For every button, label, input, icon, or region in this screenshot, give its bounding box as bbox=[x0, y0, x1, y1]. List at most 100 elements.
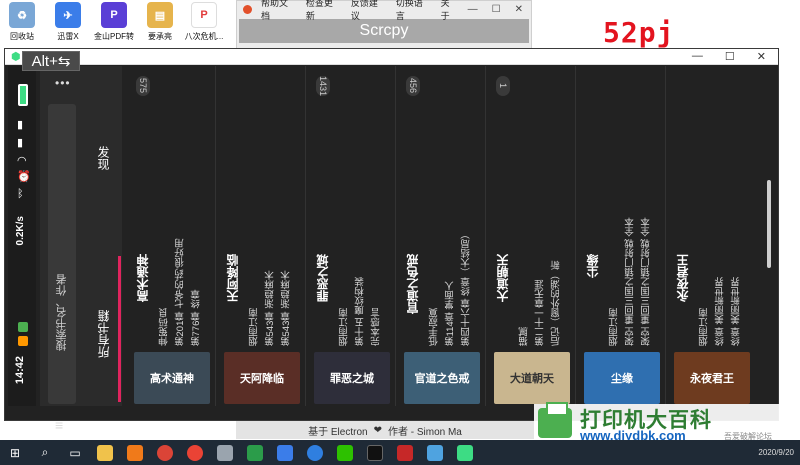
baidu-icon[interactable] bbox=[300, 440, 330, 465]
book-latest-chapter: 第十五 魔纹构装 bbox=[355, 276, 366, 346]
desktop-icon-folder[interactable]: ▤ 要承亮 bbox=[140, 2, 180, 42]
search-icon[interactable]: ⌕ bbox=[30, 440, 60, 465]
recycle-bin-icon: ♻ bbox=[9, 2, 35, 28]
tab-all-books[interactable]: 所有书籍 bbox=[95, 310, 112, 358]
book-latest-chapter: 第543章 渐趋麻木 bbox=[265, 270, 276, 347]
book-title: 官道之色戒 bbox=[406, 254, 420, 314]
bluetooth-icon: ᛒ bbox=[17, 188, 24, 200]
credit-prefix: 基于 Electron bbox=[308, 426, 368, 438]
edge-icon[interactable] bbox=[240, 440, 270, 465]
wechat-icon[interactable] bbox=[330, 440, 360, 465]
watermark-text: 52pj bbox=[603, 16, 675, 49]
notification-app-icon bbox=[18, 336, 28, 346]
search-app-icon[interactable] bbox=[120, 440, 150, 465]
menu-about[interactable]: 关于 bbox=[441, 0, 459, 22]
book-last-chapter: 架空 重回三国之镇门射戟 全本 bbox=[641, 217, 652, 346]
book-last-chapter: 完本感言 bbox=[371, 308, 382, 346]
book-last-chapter: 第543章 渐趋麻木 bbox=[281, 270, 292, 347]
menu-help-docs[interactable]: 帮助文档 bbox=[261, 0, 297, 22]
mirror-window-controls: — ☐ ✕ bbox=[692, 50, 778, 63]
paint-icon[interactable] bbox=[420, 440, 450, 465]
desktop-icon-thunder[interactable]: ✈ 迅雷X bbox=[48, 2, 88, 42]
app-icon[interactable] bbox=[180, 440, 210, 465]
book-latest-chapter: 第二十一章无涯 bbox=[535, 279, 546, 347]
scrcpy-title: Scrcpy bbox=[239, 19, 529, 43]
battery-icon bbox=[18, 84, 28, 106]
security-icon[interactable] bbox=[210, 440, 240, 465]
app-logo-icon bbox=[243, 4, 252, 14]
book-author: 烟雨江南 bbox=[699, 308, 710, 346]
hamburger-menu-icon[interactable]: ≡ bbox=[55, 418, 63, 432]
book-item[interactable]: 第543章 渐趋麻木 第543章 渐趋麻木 烟雨江南 天阿降临 天阿降临 bbox=[218, 66, 306, 406]
notification-app-icon bbox=[18, 322, 28, 332]
pdf-file-icon: P bbox=[191, 2, 217, 28]
book-title: 永夜君王 bbox=[676, 254, 690, 302]
book-title: 大道朝天 bbox=[496, 254, 510, 302]
screen: ♻ 回收站 ✈ 迅雷X P 金山PDF转 ▤ 要承亮 P 八次危机... 52p… bbox=[0, 0, 800, 465]
unread-count-badge: 575 bbox=[136, 76, 150, 96]
phone-icon[interactable] bbox=[450, 440, 480, 465]
maximize-icon[interactable]: ☐ bbox=[492, 4, 501, 15]
book-cover: 高术通神 bbox=[134, 352, 210, 404]
thunder-icon[interactable] bbox=[270, 440, 300, 465]
maximize-icon[interactable]: ☐ bbox=[725, 50, 735, 63]
book-author: 烟雨江南 bbox=[339, 308, 350, 346]
tab-discover[interactable]: 发现 bbox=[95, 146, 112, 170]
scrcpy-panel: 帮助文档 检查更新 反馈建议 切换语言 关于 — ☐ ✕ Scrcpy bbox=[236, 0, 532, 52]
book-cover: 官道之色戒 bbox=[404, 352, 480, 404]
book-item[interactable]: 终章 美丽新世界 终章 美丽新世界 烟雨江南 永夜君王 永夜君王 bbox=[668, 66, 756, 406]
book-author: 伸冤码良 bbox=[159, 308, 170, 346]
reader-icon[interactable] bbox=[390, 440, 420, 465]
list-scrollbar[interactable] bbox=[767, 180, 771, 268]
heart-icon: ❤ bbox=[373, 424, 382, 436]
book-title: 罪恶之城 bbox=[316, 254, 330, 302]
search-input[interactable]: 搜索书名、作者 ≡ bbox=[48, 104, 76, 432]
menu-feedback[interactable]: 反馈建议 bbox=[351, 0, 387, 22]
file-explorer-icon[interactable] bbox=[90, 440, 120, 465]
book-item[interactable]: 1 第二十一章无涯 后记（窗外的湖）新 猫腻 大道朝天 大道朝天 bbox=[488, 66, 576, 406]
book-author: 烟雨江南 bbox=[249, 308, 260, 346]
windows-icon[interactable]: ⊞ bbox=[0, 440, 30, 465]
scrcpy-window-controls: — ☐ ✕ bbox=[468, 4, 531, 15]
unread-count-badge: 1431 bbox=[316, 75, 330, 97]
close-icon[interactable]: ✕ bbox=[515, 4, 523, 15]
book-item[interactable]: 575 第201章 七爷的'药'很好用 第776章 终章 伸冤码良 高术通神 高… bbox=[128, 66, 216, 406]
task-view-icon[interactable]: ▭ bbox=[60, 440, 90, 465]
close-icon[interactable]: ✕ bbox=[757, 50, 766, 63]
more-menu-icon[interactable]: ••• bbox=[55, 76, 71, 90]
scrcpy-icon[interactable] bbox=[360, 440, 390, 465]
unread-count-badge: 456 bbox=[406, 76, 420, 96]
chrome-icon[interactable] bbox=[150, 440, 180, 465]
book-latest-chapter: 第201章 七爷的'药'很好用 bbox=[175, 238, 186, 346]
minimize-icon[interactable]: — bbox=[692, 50, 703, 63]
wifi-icon: ◠ bbox=[17, 155, 27, 167]
menu-switch-language[interactable]: 切换语言 bbox=[396, 0, 432, 22]
menu-check-update[interactable]: 检查更新 bbox=[306, 0, 342, 22]
mirror-titlebar: ⬢ — ☐ ✕ bbox=[5, 49, 778, 65]
taskbar: ⊞ ⌕ ▭ 2020/9/20 bbox=[0, 440, 800, 465]
desktop-icon-pdf[interactable]: P 金山PDF转 bbox=[94, 2, 134, 42]
book-last-chapter: 第四十六章 终章（大结局） bbox=[461, 229, 472, 346]
book-item[interactable]: 1431 第十五 魔纹构装 完本感言 烟雨江南 罪恶之城 罪恶之城 bbox=[308, 66, 396, 406]
book-latest-chapter: 终章 美丽新世界 bbox=[715, 276, 726, 346]
minimize-icon[interactable]: — bbox=[468, 4, 478, 15]
book-author: 低手寂寞 bbox=[429, 308, 440, 346]
reader-sidebar: ••• 搜索书名、作者 ≡ 发现 所有书籍 bbox=[40, 66, 122, 432]
book-title: 高术通神 bbox=[136, 254, 150, 302]
book-item[interactable]: 456 第114章 掌面人 第四十六章 终章（大结局） 低手寂寞 官道之色戒 官… bbox=[398, 66, 486, 406]
alarm-icon: ⏰ bbox=[17, 171, 31, 183]
signal-icon: ▮ bbox=[17, 137, 24, 149]
book-last-chapter: 第776章 终章 bbox=[191, 289, 202, 347]
folder-icon: ▤ bbox=[147, 2, 173, 28]
credit-author: 作者 - Simon Ma bbox=[387, 426, 462, 438]
phone-status-bar: ▮ ▮ ◠ ⏰ ᛒ 0.2K/s 14:42 bbox=[8, 66, 36, 406]
search-placeholder: 搜索书名、作者 bbox=[56, 274, 68, 351]
book-item[interactable]: 架空 重回三国之镇门射戟 全本 架空 重回三国之镇门射戟 全本 烟雨江南 尘缘 … bbox=[578, 66, 666, 406]
status-time: 14:42 bbox=[14, 356, 26, 385]
desktop-icon-recycle-bin[interactable]: ♻ 回收站 bbox=[2, 2, 42, 42]
desktop-icon-pdf-file[interactable]: P 八次危机... bbox=[184, 2, 224, 42]
shortcut-badge: Alt+⇆ bbox=[22, 51, 80, 71]
signal-icon: ▮ bbox=[17, 119, 24, 131]
book-last-chapter: 后记（窗外的湖）新 bbox=[551, 260, 562, 347]
book-cover: 大道朝天 bbox=[494, 352, 570, 404]
